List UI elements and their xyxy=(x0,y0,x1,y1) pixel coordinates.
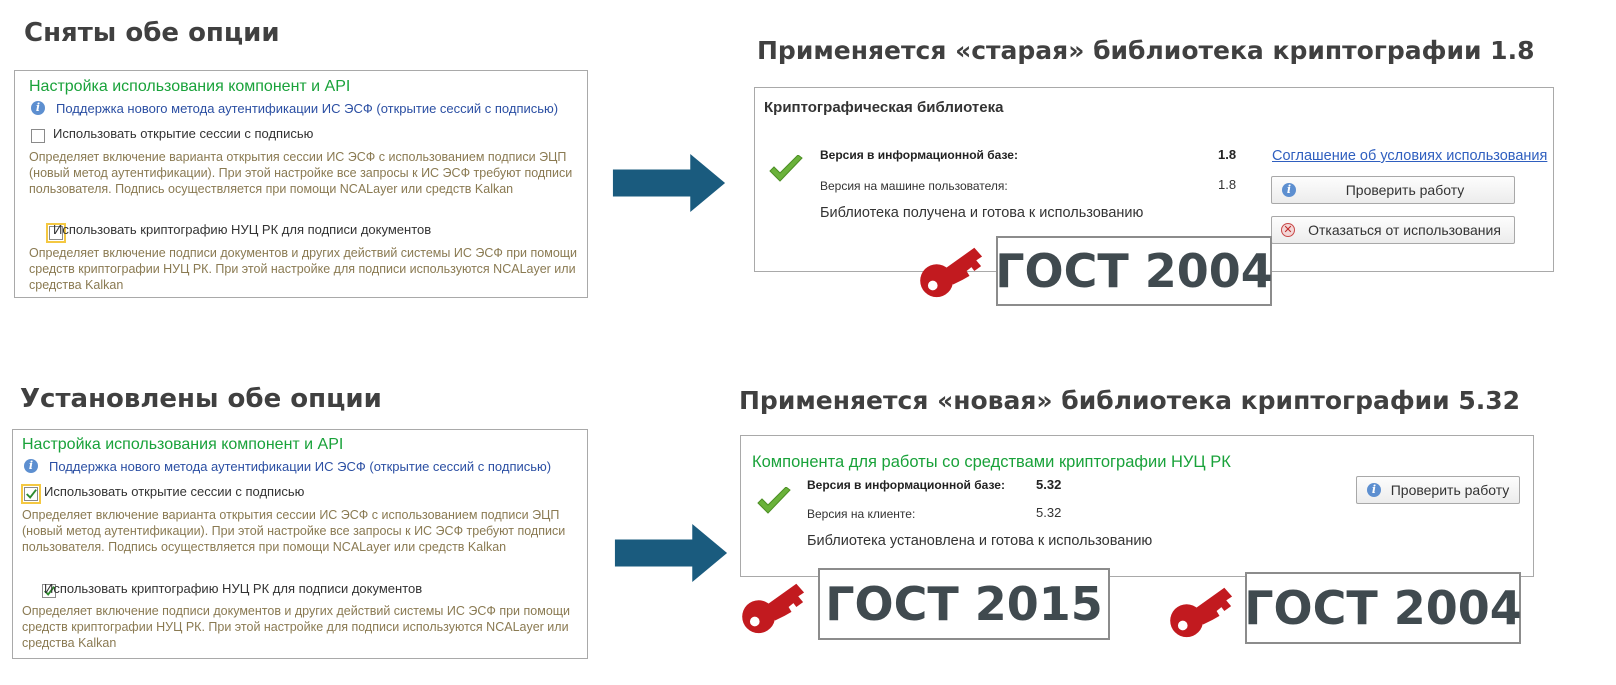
key-icon xyxy=(1168,582,1242,640)
info-icon: i xyxy=(24,459,38,473)
info-icon: i xyxy=(31,101,45,115)
db-version-value: 5.32 xyxy=(1036,477,1062,492)
section-heading-new-library: Применяется «новая» библиотека криптогра… xyxy=(739,386,1521,415)
gost-badge: ГОСТ 2004 xyxy=(995,236,1273,306)
session-signature-checkbox[interactable] xyxy=(21,483,41,504)
info-icon: i xyxy=(1367,483,1381,497)
key-icon xyxy=(918,242,992,300)
auth-method-link[interactable]: Поддержка нового метода аутентификации И… xyxy=(56,101,558,116)
crypto-component-panel: Компонента для работы со средствами крип… xyxy=(740,435,1534,577)
agreement-link[interactable]: Соглашение об условиях использования xyxy=(1272,148,1547,164)
crypto-nuc-description: Определяет включение подписи документов … xyxy=(22,604,571,650)
library-status: Библиотека установлена и готова к исполь… xyxy=(807,533,1153,549)
db-version-label: Версия в информационной базе: xyxy=(807,478,1005,492)
refuse-button[interactable]: ✕ Отказаться от использования xyxy=(1271,216,1515,244)
library-status: Библиотека получена и готова к использов… xyxy=(820,205,1144,221)
checkmark-icon xyxy=(25,488,37,500)
arrow-right-icon xyxy=(614,524,728,582)
cancel-icon: ✕ xyxy=(1281,223,1295,237)
auth-method-link[interactable]: Поддержка нового метода аутентификации И… xyxy=(49,459,551,474)
settings-panel-off: Настройка использования компонент и API … xyxy=(14,70,588,298)
check-work-label: Проверить работу xyxy=(1345,182,1465,198)
db-version-label: Версия в информационной базе: xyxy=(820,148,1018,162)
session-signature-description: Определяет включение варианта открытия с… xyxy=(22,508,566,554)
arrow-right-icon xyxy=(612,154,726,212)
db-version-value: 1.8 xyxy=(1218,147,1237,162)
panel-title: Компонента для работы со средствами крип… xyxy=(752,453,1231,471)
checkmark-icon xyxy=(768,155,804,185)
user-version-value: 1.8 xyxy=(1218,177,1237,192)
section-heading-options-off: Сняты обе опции xyxy=(24,18,280,48)
section-heading-old-library: Применяется «старая» библиотека криптогр… xyxy=(757,36,1535,65)
session-signature-description: Определяет включение варианта открытия с… xyxy=(29,150,573,196)
client-version-label: Версия на клиенте: xyxy=(807,507,916,521)
settings-panel-on: Настройка использования компонент и API … xyxy=(12,429,588,659)
crypto-nuc-label: Использовать криптографию НУЦ РК для под… xyxy=(44,581,423,596)
user-version-label: Версия на машине пользователя: xyxy=(820,179,1008,193)
panel-title: Настройка использования компонент и API xyxy=(29,78,351,95)
section-heading-options-on: Установлены обе опции xyxy=(20,384,382,414)
info-icon: i xyxy=(1282,183,1296,197)
gost-badge: ГОСТ 2015 xyxy=(818,568,1110,640)
panel-title: Настройка использования компонент и API xyxy=(22,436,344,453)
refuse-label: Отказаться от использования xyxy=(1308,222,1501,238)
session-signature-label: Использовать открытие сессии с подписью xyxy=(44,484,305,499)
session-signature-label: Использовать открытие сессии с подписью xyxy=(53,126,314,141)
gost-badge: ГОСТ 2004 xyxy=(1244,572,1522,644)
key-icon xyxy=(740,578,814,636)
panel-title: Криптографическая библиотека xyxy=(764,99,1004,116)
crypto-nuc-label: Использовать криптографию НУЦ РК для под… xyxy=(53,222,432,237)
client-version-value: 5.32 xyxy=(1036,505,1062,520)
session-signature-checkbox[interactable] xyxy=(31,128,45,143)
check-work-button[interactable]: i Проверить работу xyxy=(1271,176,1515,204)
crypto-nuc-description: Определяет включение подписи документов … xyxy=(29,246,578,292)
check-work-button[interactable]: i Проверить работу xyxy=(1356,476,1520,504)
check-work-label: Проверить работу xyxy=(1390,482,1510,498)
checkmark-icon xyxy=(756,487,792,517)
